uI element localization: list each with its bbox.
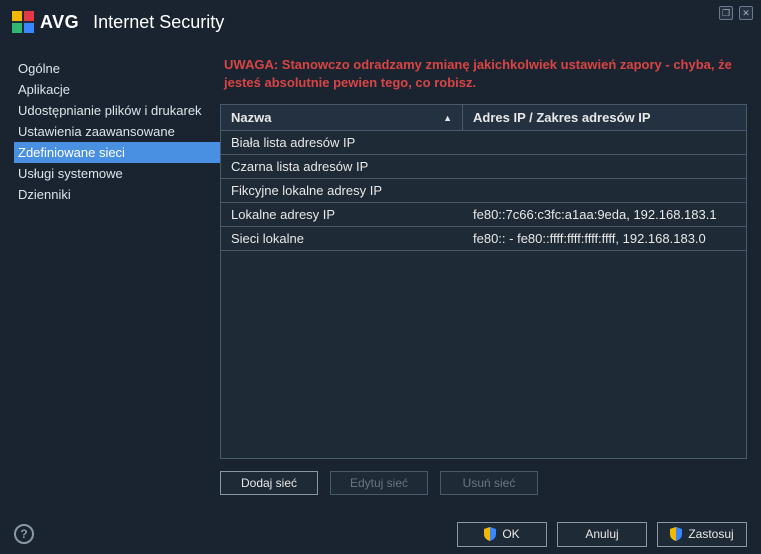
cell-ip: fe80::7c66:c3fc:a1aa:9eda, 192.168.183.1 [463,203,746,226]
cell-name: Czarna lista adresów IP [221,155,463,178]
column-header-ip-label: Adres IP / Zakres adresów IP [473,110,651,125]
edit-network-button: Edytuj sieć [330,471,428,495]
sidebar-item-logs[interactable]: Dzienniki [14,184,220,205]
sidebar-item-applications[interactable]: Aplikacje [14,79,220,100]
content-area: Ogólne Aplikacje Udostępnianie plików i … [0,44,761,502]
cancel-button[interactable]: Anuluj [557,522,647,547]
close-window-button[interactable]: ✕ [739,6,753,20]
table-row[interactable]: Biała lista adresów IP [221,131,746,155]
table-header: Nazwa ▲ Adres IP / Zakres adresów IP [221,105,746,131]
shield-icon [484,527,496,541]
window-controls: ❐ ✕ [719,6,753,20]
footer: ? OK Anuluj Zastosuj [0,514,761,554]
cell-ip [463,131,746,154]
cell-ip: fe80:: - fe80::ffff:ffff:ffff:ffff, 192.… [463,227,746,250]
table-row[interactable]: Fikcyjne lokalne adresy IP [221,179,746,203]
delete-network-button: Usuń sieć [440,471,538,495]
titlebar: AVG Internet Security ❐ ✕ [0,0,761,44]
cancel-button-label: Anuluj [585,527,618,541]
main-panel: UWAGA: Stanowczo odradzamy zmianę jakich… [220,56,747,502]
sidebar-item-file-printer-sharing[interactable]: Udostępnianie plików i drukarek [14,100,220,121]
sidebar-item-general[interactable]: Ogólne [14,58,220,79]
networks-table: Nazwa ▲ Adres IP / Zakres adresów IP Bia… [220,104,747,459]
ok-button-label: OK [502,527,519,541]
table-row[interactable]: Lokalne adresy IP fe80::7c66:c3fc:a1aa:9… [221,203,746,227]
footer-buttons: OK Anuluj Zastosuj [457,522,747,547]
column-header-name-label: Nazwa [231,110,271,125]
cell-name: Lokalne adresy IP [221,203,463,226]
table-row[interactable]: Czarna lista adresów IP [221,155,746,179]
help-icon[interactable]: ? [14,524,34,544]
restore-window-button[interactable]: ❐ [719,6,733,20]
column-header-ip[interactable]: Adres IP / Zakres adresów IP [463,105,746,130]
logo-text: AVG [40,12,79,33]
sidebar: Ogólne Aplikacje Udostępnianie plików i … [14,56,220,502]
column-header-name[interactable]: Nazwa ▲ [221,105,463,130]
sidebar-item-system-services[interactable]: Usługi systemowe [14,163,220,184]
cell-ip [463,179,746,202]
app-title: Internet Security [93,12,224,33]
apply-button[interactable]: Zastosuj [657,522,747,547]
sidebar-item-advanced-settings[interactable]: Ustawienia zaawansowane [14,121,220,142]
cell-name: Fikcyjne lokalne adresy IP [221,179,463,202]
sidebar-item-defined-networks[interactable]: Zdefiniowane sieci [14,142,220,163]
ok-button[interactable]: OK [457,522,547,547]
cell-name: Sieci lokalne [221,227,463,250]
avg-logo-icon [12,11,34,33]
table-actions: Dodaj sieć Edytuj sieć Usuń sieć [220,471,747,495]
add-network-button[interactable]: Dodaj sieć [220,471,318,495]
cell-ip [463,155,746,178]
app-logo: AVG Internet Security [12,11,224,33]
sort-ascending-icon: ▲ [443,113,452,123]
shield-icon [670,527,682,541]
warning-text: UWAGA: Stanowczo odradzamy zmianę jakich… [220,56,747,92]
table-row[interactable]: Sieci lokalne fe80:: - fe80::ffff:ffff:f… [221,227,746,251]
cell-name: Biała lista adresów IP [221,131,463,154]
apply-button-label: Zastosuj [688,527,733,541]
